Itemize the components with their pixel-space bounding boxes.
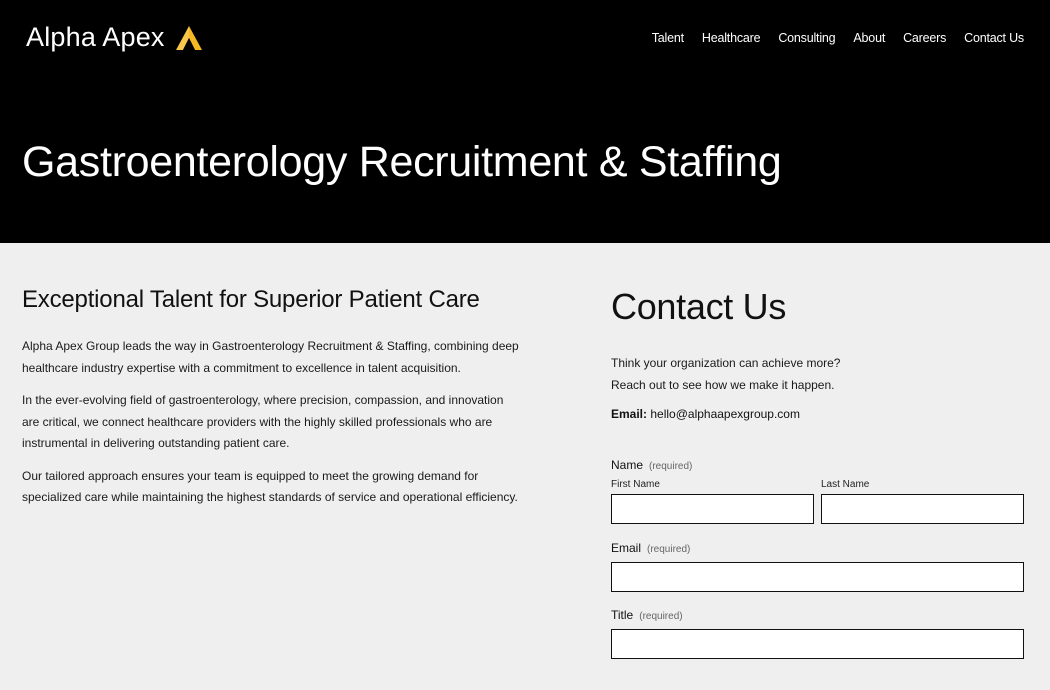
email-input[interactable] xyxy=(611,562,1024,592)
email-address-link[interactable]: hello@alphaapexgroup.com xyxy=(650,407,800,421)
nav-healthcare[interactable]: Healthcare xyxy=(702,31,761,45)
nav-careers[interactable]: Careers xyxy=(903,31,946,45)
first-name-group: First Name xyxy=(611,479,814,524)
first-name-label: First Name xyxy=(611,479,660,490)
page-title: Gastroenterology Recruitment & Staffing xyxy=(22,138,782,186)
title-required-hint: (required) xyxy=(639,611,683,622)
last-name-group: Last Name xyxy=(821,479,1024,524)
logo[interactable]: Alpha Apex xyxy=(26,22,203,53)
email-label: Email: xyxy=(611,407,648,421)
name-label-text: Name xyxy=(611,458,644,472)
apex-triangle-icon xyxy=(175,25,202,50)
last-name-label: Last Name xyxy=(821,479,870,490)
intro-paragraph-2: In the ever-evolving field of gastroente… xyxy=(22,393,504,450)
contact-tagline-1: Think your organization can achieve more… xyxy=(611,356,841,370)
intro-paragraph-3: Our tailored approach ensures your team … xyxy=(22,468,518,505)
title-input[interactable] xyxy=(611,629,1024,659)
hero-banner: Alpha Apex Talent Healthcare Consulting … xyxy=(0,0,1050,243)
title-field-label: Title (required) xyxy=(611,608,1024,622)
contact-tagline-2: Reach out to see how we make it happen. xyxy=(611,378,835,392)
email-field-label: Email (required) xyxy=(611,541,1024,555)
email-required-hint: (required) xyxy=(647,544,691,555)
first-name-input[interactable] xyxy=(611,494,814,524)
nav-about[interactable]: About xyxy=(853,31,885,45)
intro-paragraph-1: Alpha Apex Group leads the way in Gastro… xyxy=(22,339,519,375)
title-label-text: Title xyxy=(611,608,634,622)
name-required-hint: (required) xyxy=(649,461,693,472)
intro-heading: Exceptional Talent for Superior Patient … xyxy=(22,286,480,313)
nav-contact-us[interactable]: Contact Us xyxy=(964,31,1024,45)
name-row: First Name Last Name xyxy=(611,479,1024,524)
logo-text: Alpha Apex xyxy=(26,22,165,52)
contact-email-line: Email: hello@alphaapexgroup.com xyxy=(611,407,1024,421)
intro-section: Exceptional Talent for Superior Patient … xyxy=(22,286,522,520)
contact-form: Name (required) First Name Last Name Emai… xyxy=(611,458,1024,659)
contact-section: Contact Us Think your organization can a… xyxy=(611,286,1024,659)
main-nav: Talent Healthcare Consulting About Caree… xyxy=(652,31,1024,45)
last-name-input[interactable] xyxy=(821,494,1024,524)
contact-heading: Contact Us xyxy=(611,286,787,327)
nav-talent[interactable]: Talent xyxy=(652,31,684,45)
name-field-label: Name (required) xyxy=(611,458,1024,472)
email-field-label-text: Email xyxy=(611,541,642,555)
nav-consulting[interactable]: Consulting xyxy=(778,31,835,45)
